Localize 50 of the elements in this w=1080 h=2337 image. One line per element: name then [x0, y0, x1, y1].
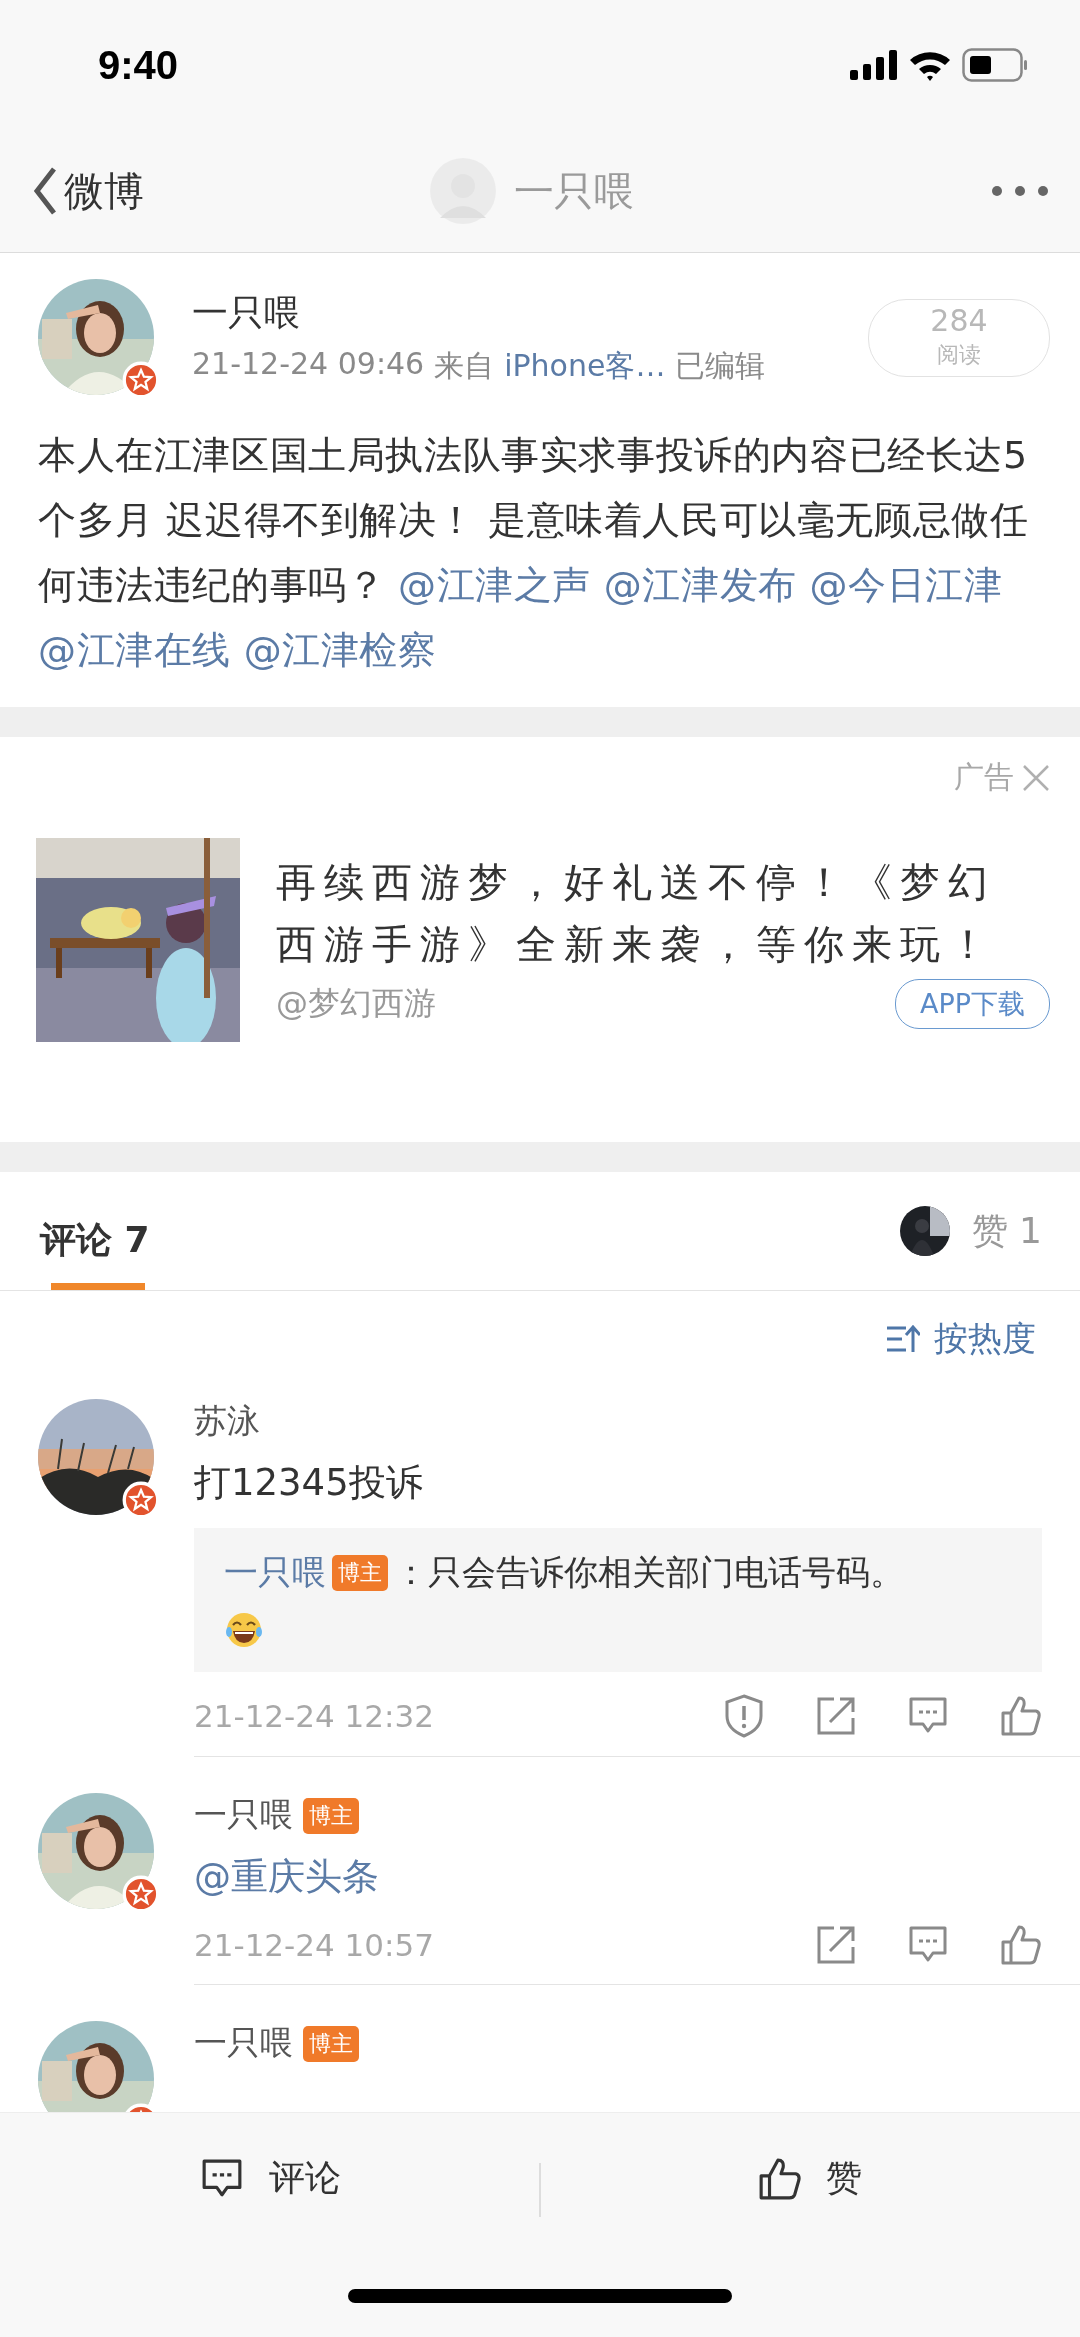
share-icon[interactable]	[816, 1696, 856, 1736]
comment-time: 21-12-24 12:32	[194, 1698, 434, 1734]
comments-tab[interactable]: 评论 7	[40, 1192, 150, 1290]
commenter-name[interactable]: 一只喂	[194, 2021, 293, 2066]
app-download-button[interactable]: APP下载	[894, 979, 1050, 1029]
blogger-badge: 博主	[332, 1555, 388, 1591]
wifi-icon	[908, 49, 952, 81]
blogger-badge: 博主	[303, 2025, 359, 2062]
mention-link[interactable]: @重庆头条	[194, 1855, 379, 1898]
mention-link[interactable]: @江津发布	[603, 563, 797, 607]
nav-title: 一只喂	[514, 166, 634, 216]
close-icon[interactable]	[1022, 763, 1050, 792]
commenter-name[interactable]: 一只喂	[194, 1793, 293, 1838]
more-icon[interactable]	[990, 184, 1050, 198]
mention-link[interactable]: @今日江津	[809, 563, 1003, 607]
read-count-badge: 284 阅读	[868, 299, 1050, 377]
ad-title[interactable]: 再续西游梦，好礼送不停！《梦幻西游手游》全新来袭，等你来玩！	[276, 851, 1016, 975]
share-icon[interactable]	[816, 1925, 856, 1965]
comment-button[interactable]: 评论	[0, 2153, 540, 2204]
reply-author[interactable]: 一只喂	[224, 1550, 326, 1596]
status-time: 9:40	[98, 42, 179, 88]
thumbs-up-icon[interactable]	[758, 2156, 803, 2201]
reply-box[interactable]: 一只喂 博主 ：只会告诉你相关部门电话号码。	[194, 1528, 1042, 1672]
comment-text: 打12345投诉	[194, 1460, 424, 1506]
report-icon[interactable]	[724, 1694, 764, 1738]
post-time: 21-12-24 09:46	[192, 346, 425, 383]
signal-icon	[850, 50, 898, 80]
like-button[interactable]: 赞	[540, 2153, 1080, 2204]
post-text: 本人在江津区国土局执法队事实求事投诉的内容已经长达5个多月 迟迟得不到解决！ 是意味着人民可以毫无顾忌做任何违法违纪的事吗？ @江津之声 @江津发布 @今日江津 @江津在线 @江津检察	[38, 432, 1030, 674]
edited-label: 已编辑	[675, 347, 766, 385]
ad-label: 广告	[954, 758, 1014, 796]
mention-link[interactable]: @江津检察	[243, 628, 437, 672]
battery-icon	[962, 48, 1028, 82]
source-link[interactable]: iPhone客…	[504, 346, 666, 387]
thumbs-up-icon[interactable]	[1000, 1924, 1042, 1966]
ad-account[interactable]: @梦幻西游	[276, 982, 436, 1026]
author-name[interactable]: 一只喂	[192, 289, 868, 338]
sort-button[interactable]: 按热度	[880, 1315, 1042, 1363]
back-button[interactable]: 微博	[32, 163, 144, 219]
commenter-name[interactable]: 苏泳	[194, 1399, 260, 1444]
comment-time: 21-12-24 10:57	[194, 1927, 434, 1963]
like-count[interactable]: 赞 1	[971, 1206, 1042, 1256]
back-icon[interactable]	[32, 166, 58, 216]
mention-link[interactable]: @江津在线	[38, 628, 231, 672]
source-label: 来自	[434, 347, 495, 385]
reply-text: ：只会告诉你相关部门电话号码。	[394, 1551, 904, 1594]
mention-link[interactable]: @江津之声	[398, 563, 592, 607]
blogger-badge: 博主	[303, 1797, 359, 1834]
sort-icon[interactable]	[886, 1324, 920, 1354]
thumbs-up-icon[interactable]	[1000, 1695, 1042, 1737]
